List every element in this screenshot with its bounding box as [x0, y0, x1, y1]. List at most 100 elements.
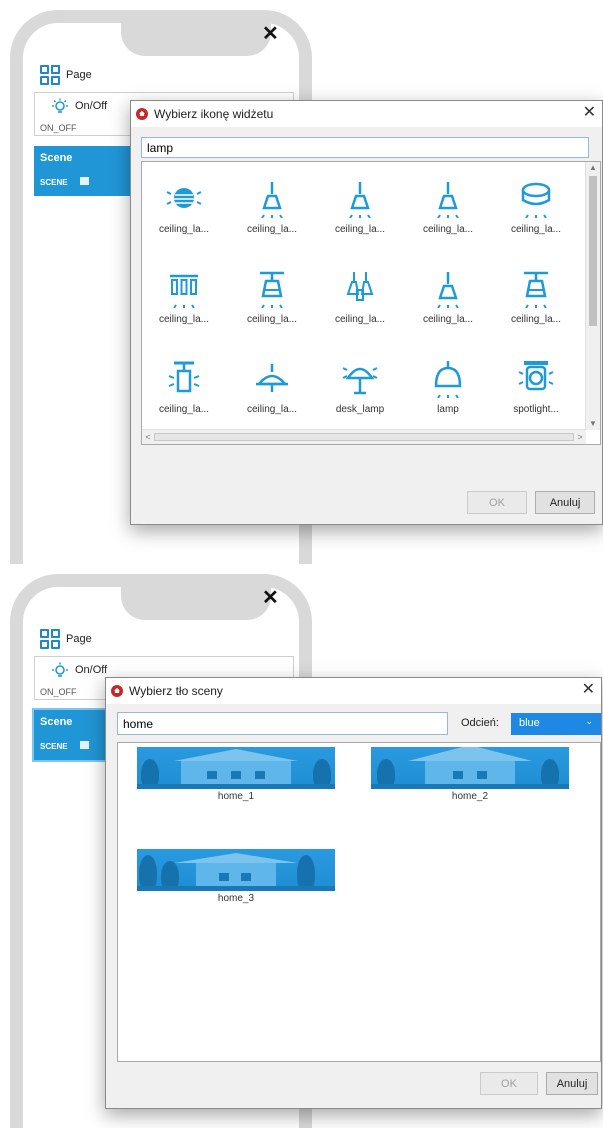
lamp-icon: [434, 361, 462, 398]
scroll-up-icon[interactable]: ▲: [586, 162, 600, 174]
onoff-type: ON_OFF: [40, 687, 77, 697]
ok-button[interactable]: OK: [467, 491, 527, 514]
icon-label: ceiling_la...: [246, 314, 298, 325]
background-picker-dialog: Wybierz tło sceny ✕ Odcień: blue ⌄ home_…: [105, 677, 602, 1109]
scene-title: Scene: [40, 716, 73, 728]
icon-grid-item[interactable]: ceiling_la...: [232, 268, 312, 358]
icon-grid-item[interactable]: ceiling_la...: [320, 268, 400, 358]
ceiling-lamp-pendant-icon: [261, 182, 283, 218]
background-item[interactable]: home_2: [371, 747, 569, 802]
edit-icon: [80, 741, 89, 749]
dialog-title: Wybierz ikonę widżetu: [154, 107, 274, 121]
background-thumbnail-home-3: [137, 849, 335, 891]
screenshot-panel-icon-picker: ✕ Page On/Off ON_OFF Scene SCENE Wybierz…: [0, 0, 603, 564]
icon-label: ceiling_la...: [158, 314, 210, 325]
tint-select[interactable]: blue ⌄: [511, 713, 601, 735]
icon-label: spotlight...: [513, 404, 559, 415]
icon-grid-item[interactable]: ceiling_la...: [320, 178, 400, 268]
app-home-icon: [136, 108, 148, 120]
icon-label: ceiling_la...: [334, 224, 386, 235]
dialog-close-button[interactable]: ✕: [582, 681, 595, 699]
icon-label: ceiling_la...: [334, 314, 386, 325]
scene-type: SCENE: [40, 742, 68, 751]
icon-picker-dialog: Wybierz ikonę widżetu ✕ ceiling_la...cei…: [130, 100, 603, 525]
phone-notch: [121, 22, 271, 56]
scene-type: SCENE: [40, 178, 68, 187]
icon-grid-item[interactable]: ceiling_la...: [496, 178, 576, 268]
icon-grid-item[interactable]: ceiling_la...: [496, 268, 576, 358]
scene-title: Scene: [40, 152, 73, 164]
ceiling-lamp-cylinder-icon: [168, 361, 200, 393]
ceiling-lamp-triple-icon: [170, 274, 198, 308]
scrollbar-thumb[interactable]: [589, 176, 597, 326]
phone-close-button[interactable]: ✕: [262, 24, 279, 44]
ceiling-lamp-globe-icon: [166, 188, 202, 208]
phone-close-button[interactable]: ✕: [262, 588, 279, 608]
page-label: Page: [66, 69, 92, 81]
background-thumbnail-home-1: [137, 747, 335, 789]
tint-value: blue: [519, 717, 540, 729]
icon-grid-item[interactable]: ceiling_la...: [232, 178, 312, 268]
icon-label: lamp: [437, 404, 459, 415]
onoff-title: On/Off: [75, 100, 108, 112]
background-thumbnail-home-2: [371, 747, 569, 789]
dialog-title: Wybierz tło sceny: [129, 684, 223, 698]
ceiling-lamp-flush-icon: [521, 182, 551, 218]
page-grid-icon: [40, 629, 60, 649]
cancel-button[interactable]: Anuluj: [546, 1072, 598, 1095]
vertical-scrollbar[interactable]: ▲ ▼: [585, 162, 600, 430]
dialog-titlebar: Wybierz ikonę widżetu ✕: [131, 101, 602, 127]
icon-label: ceiling_la...: [422, 314, 474, 325]
lightbulb-icon: [52, 98, 68, 113]
page-label: Page: [66, 633, 92, 645]
onoff-type: ON_OFF: [40, 123, 77, 133]
icon-label: ceiling_la...: [422, 224, 474, 235]
icon-grid-item[interactable]: ceiling_la...: [408, 268, 488, 358]
background-grid-list[interactable]: home_1 home_2 home_3: [117, 742, 601, 1062]
ceiling-lamp-pendant-icon: [349, 182, 371, 218]
lightbulb-icon: [52, 662, 68, 677]
background-search-input[interactable]: [117, 712, 448, 735]
horizontal-scrollbar[interactable]: < >: [142, 429, 586, 444]
background-label: home_3: [217, 893, 255, 904]
ceiling-lamp-chandelier-icon: [346, 272, 374, 301]
onoff-title: On/Off: [75, 664, 108, 676]
page-nav-item[interactable]: Page: [40, 65, 92, 85]
chevron-down-icon: ⌄: [585, 716, 593, 726]
background-item[interactable]: home_3: [137, 849, 335, 904]
screenshot-panel-background-picker: ✕ Page On/Off ON_OFF Scene SCENE Wybierz…: [0, 564, 603, 1128]
cancel-button[interactable]: Anuluj: [535, 491, 595, 514]
icon-grid-item[interactable]: ceiling_la...: [144, 268, 224, 358]
spotlight-icon: [518, 361, 554, 391]
ceiling-lamp-pendant-icon: [437, 182, 459, 218]
desk-lamp-icon: [342, 367, 378, 395]
scroll-down-icon[interactable]: ▼: [586, 418, 600, 430]
dialog-close-button[interactable]: ✕: [583, 104, 596, 122]
tint-label: Odcień:: [461, 717, 499, 729]
icon-search-input[interactable]: [141, 137, 589, 158]
icon-grid-item[interactable]: ceiling_la...: [408, 178, 488, 268]
page-nav-item[interactable]: Page: [40, 629, 92, 649]
icon-label: ceiling_la...: [246, 404, 298, 415]
background-label: home_2: [451, 791, 489, 802]
ceiling-lamp-pendant-icon: [437, 272, 459, 308]
edit-icon: [80, 177, 89, 185]
icon-label: ceiling_la...: [510, 314, 562, 325]
ceiling-lamp-shade-icon: [524, 271, 548, 308]
scroll-right-icon[interactable]: >: [574, 430, 586, 444]
dialog-titlebar: Wybierz tło sceny ✕: [106, 678, 601, 704]
icon-label: ceiling_la...: [158, 404, 210, 415]
icon-label: ceiling_la...: [510, 224, 562, 235]
ok-button[interactable]: OK: [480, 1072, 538, 1095]
scroll-left-icon[interactable]: <: [142, 430, 154, 444]
background-label: home_1: [217, 791, 255, 802]
hscroll-thumb[interactable]: [154, 433, 574, 441]
icon-grid-item[interactable]: ceiling_la...: [144, 178, 224, 268]
page-grid-icon: [40, 65, 60, 85]
ceiling-lamp-dome-icon: [256, 364, 288, 392]
icon-label: ceiling_la...: [158, 224, 210, 235]
icon-grid-list[interactable]: ceiling_la... ceiling_la... ceiling_la... c…: [141, 161, 601, 445]
icon-label: desk_lamp: [335, 404, 385, 415]
phone-notch: [121, 586, 271, 620]
background-item[interactable]: home_1: [137, 747, 335, 802]
